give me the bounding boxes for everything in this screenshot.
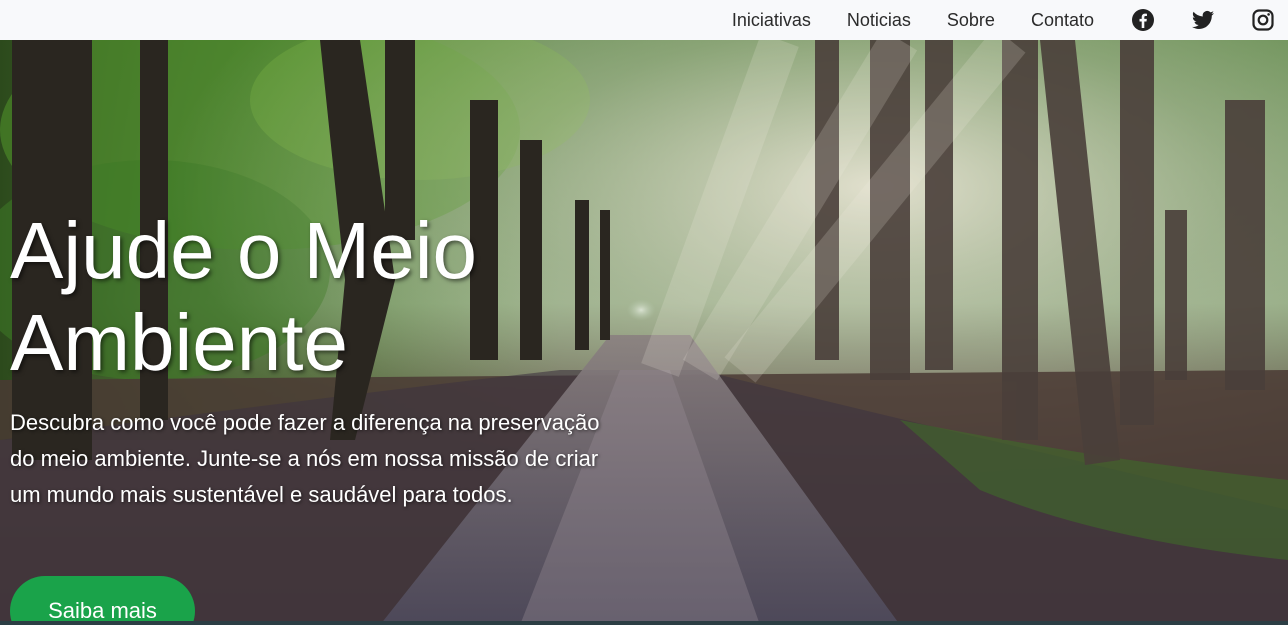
twitter-icon[interactable]	[1190, 7, 1216, 33]
saiba-mais-button[interactable]: Saiba mais	[10, 576, 195, 625]
hero-description: Descubra como você pode fazer a diferenç…	[10, 410, 600, 507]
nav-link-contato[interactable]: Contato	[1031, 10, 1094, 31]
hero-section: Ajude o Meio Ambiente Descubra como você…	[0, 40, 1288, 625]
navbar: Iniciativas Noticias Sobre Contato	[0, 0, 1288, 40]
hero-title: Ajude o Meio Ambiente	[10, 206, 477, 387]
instagram-icon[interactable]	[1250, 7, 1276, 33]
nav-link-noticias[interactable]: Noticias	[847, 10, 911, 31]
hero-content: Ajude o Meio Ambiente Descubra como você…	[10, 205, 650, 513]
nav-link-sobre[interactable]: Sobre	[947, 10, 995, 31]
facebook-icon[interactable]	[1130, 7, 1156, 33]
bottom-divider	[0, 621, 1288, 625]
nav-link-iniciativas[interactable]: Iniciativas	[732, 10, 811, 31]
